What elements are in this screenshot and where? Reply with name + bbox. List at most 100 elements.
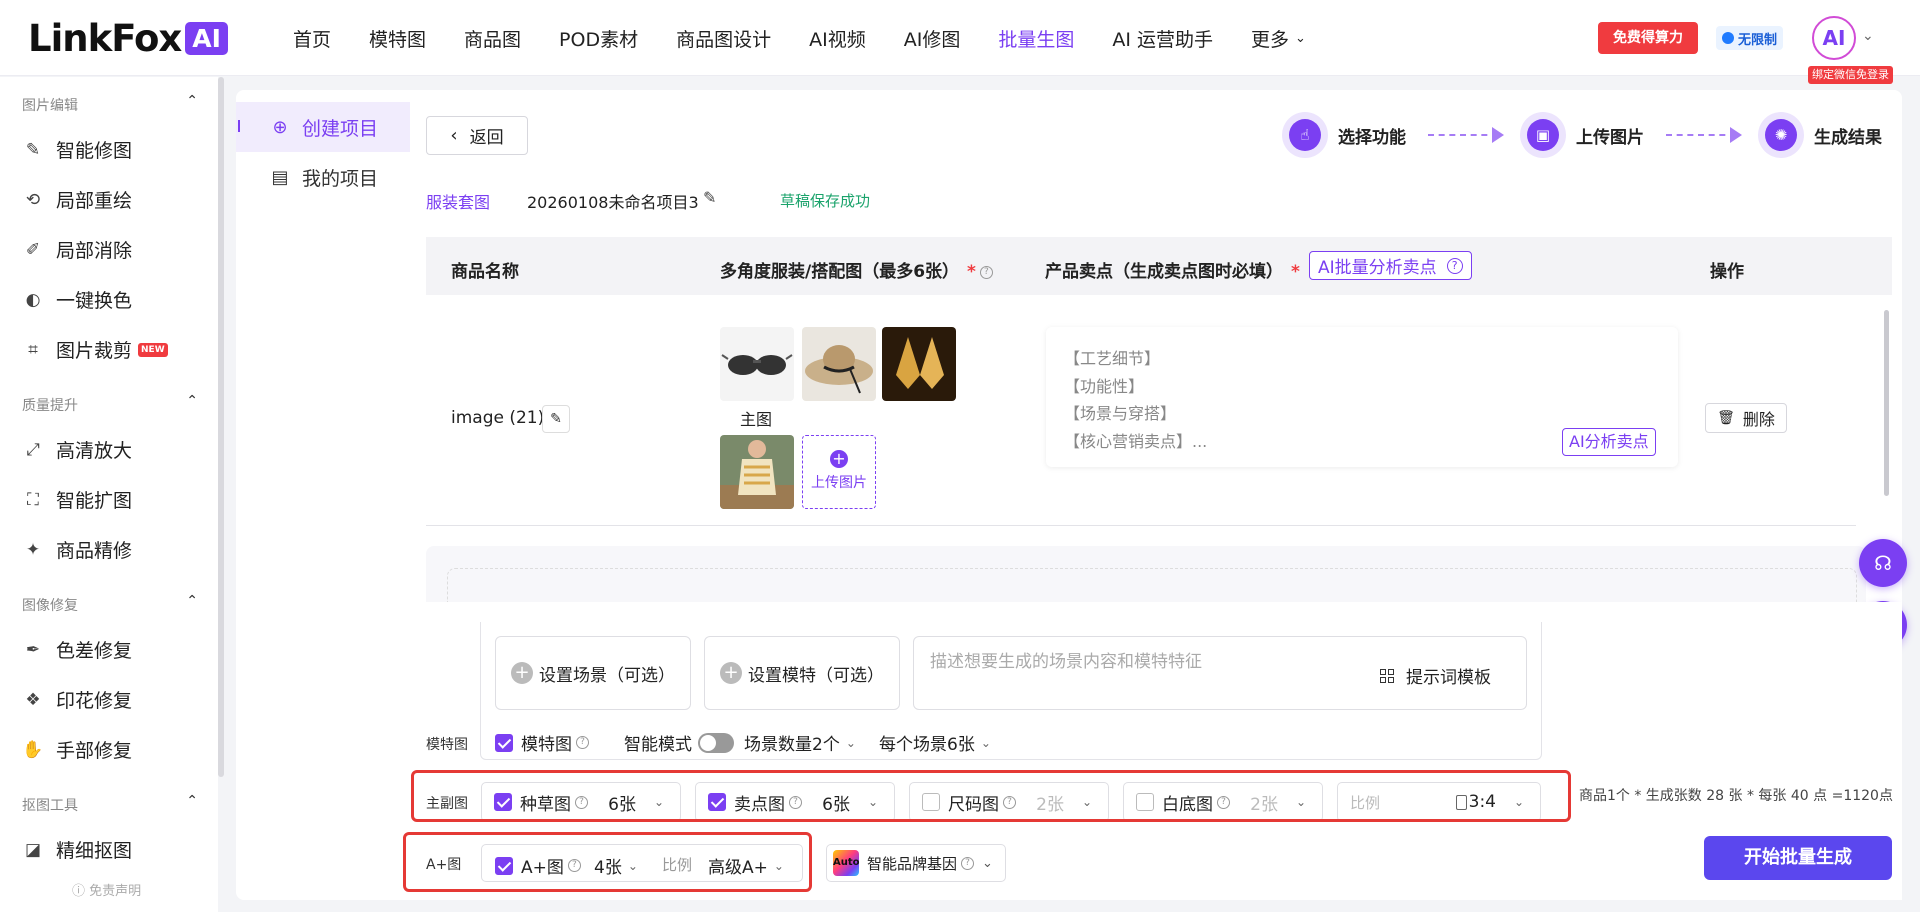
sidebar-item-color-fix[interactable]: ✒ 色差修复 [22, 636, 132, 663]
sidebar-item-cutout[interactable]: ◪ 精细抠图 [22, 836, 132, 863]
eraser-icon: ✐ [25, 239, 41, 260]
sidebar-item-label: 局部重绘 [56, 190, 133, 212]
point-line: 【工艺细节】 [1064, 349, 1161, 368]
back-button[interactable]: ‹ 返回 [426, 116, 528, 155]
sidebar-item-recolor[interactable]: ◐ 一键换色 [22, 286, 132, 313]
help-icon[interactable]: ? [961, 856, 975, 870]
nav-item-ai-assistant[interactable]: AI 运营助手 [1112, 25, 1213, 52]
col-header-name: 商品名称 [451, 262, 519, 282]
unlimited-badge[interactable]: 无限制 [1716, 26, 1784, 50]
free-credits-button[interactable]: 免费得算力 [1598, 22, 1698, 54]
thumb-sunglasses[interactable] [720, 327, 794, 401]
set-model-button[interactable]: + 设置模特（可选） [704, 636, 900, 710]
chevron-up-icon: ⌃ [186, 393, 198, 409]
sidebar-item-inpaint[interactable]: ⟲ 局部重绘 [22, 186, 132, 213]
model-image-checkbox[interactable]: 模特图? [495, 730, 589, 755]
sidebar-item-print-fix[interactable]: ❖ 印花修复 [22, 686, 132, 713]
edit-name-icon[interactable]: ✎ [542, 405, 570, 433]
document-icon: ▤ [271, 166, 289, 188]
nav-item-more[interactable]: 更多 ⌄ [1251, 25, 1306, 52]
disclaimer-label: 免责声明 [89, 884, 142, 899]
image-upload-icon: ▣ [1520, 112, 1566, 158]
chevron-down-icon[interactable]: ⌄ [1862, 28, 1874, 44]
cutout-icon: ◪ [24, 839, 42, 860]
toggle-switch[interactable] [698, 732, 734, 753]
start-batch-button[interactable]: 开始批量生成 [1704, 836, 1892, 880]
step-upload-image: ▣ 上传图片 [1520, 112, 1644, 158]
thumb-top-outfit[interactable] [720, 435, 794, 509]
sidebar-item-refine[interactable]: ✦ 商品精修 [22, 536, 132, 563]
sidebar-scrollbar[interactable] [218, 77, 224, 777]
sidebar-item-crop[interactable]: ⌗ 图片裁剪 NEW [22, 336, 168, 363]
scene-description-input[interactable]: 描述想要生成的场景内容和模特特征 提示词模板 [913, 636, 1527, 710]
crop-icon: ⌗ [28, 339, 38, 360]
chevron-down-icon: ⌄ [845, 735, 856, 750]
subnav-create-project[interactable]: ⊕ 创建项目 [236, 102, 410, 152]
ai-analyze-button[interactable]: AI分析卖点 [1562, 428, 1656, 456]
option-label: 场景数量2个 [744, 735, 840, 755]
sidebar-item-label: 精细抠图 [56, 840, 133, 862]
ai-bulb-icon: ✺ [1758, 112, 1804, 158]
sidebar-item-label: 印花修复 [56, 690, 133, 712]
disclaimer-link[interactable]: ⓘ 免责声明 [72, 880, 141, 899]
ai-batch-analyze-button[interactable]: AI批量分析卖点? [1309, 251, 1472, 280]
plus-icon: + [511, 662, 533, 684]
thumb-earrings[interactable] [882, 327, 956, 401]
thumb-straw-hat[interactable] [802, 327, 876, 401]
point-line: 【功能性】 [1064, 377, 1145, 396]
sidebar-group-cutout[interactable]: 抠图工具 ⌃ [22, 793, 198, 815]
help-icon[interactable]: ? [979, 265, 993, 279]
per-scene-select[interactable]: 每个场景6张 ⌄ [879, 730, 991, 755]
subnav-my-projects[interactable]: ▤ 我的项目 [236, 152, 410, 202]
edit-pencil-icon[interactable]: ✎ [703, 188, 716, 207]
nav-item-product-design[interactable]: 商品图设计 [676, 25, 771, 52]
sidebar-item-smart-retouch[interactable]: ✎ 智能修图 [22, 136, 132, 163]
sidebar-item-hand-fix[interactable]: ✋ 手部修复 [22, 736, 132, 763]
nav-item-ai-video[interactable]: AI视频 [809, 25, 866, 52]
brush-icon: ⟲ [25, 189, 41, 210]
nav-item-product[interactable]: 商品图 [464, 25, 521, 52]
scene-count-select[interactable]: 场景数量2个 ⌄ [744, 730, 856, 755]
sidebar-group-repair[interactable]: 图像修复 ⌃ [22, 593, 198, 615]
sparkle-icon: ✦ [25, 539, 41, 560]
required-mark: * [967, 262, 976, 282]
project-type-link[interactable]: 服装套图 [426, 189, 490, 213]
option-label: 每个场景6张 [879, 735, 975, 755]
table-header: 商品名称 多角度服装/搭配图（最多6张） *? 产品卖点（生成卖点图时必填） * 操… [426, 237, 1892, 295]
prompt-template-button[interactable]: 提示词模板 [1380, 663, 1491, 688]
headset-icon[interactable]: ☊ [1859, 539, 1907, 587]
sidebar-group-edit[interactable]: 图片编辑 ⌃ [22, 93, 198, 115]
sidebar-item-upscale[interactable]: ⤢ 高清放大 [22, 436, 132, 463]
chevron-down-icon: ⌄ [980, 735, 991, 750]
nav-item-pod[interactable]: POD素材 [559, 25, 638, 52]
bind-wechat-tag[interactable]: 绑定微信免登录 [1808, 66, 1893, 84]
sidebar-item-label: 色差修复 [56, 640, 133, 662]
smart-mode-toggle[interactable]: 智能模式 [624, 730, 734, 755]
smart-brand-gene-select[interactable]: Auto 智能品牌基因? ⌄ [826, 844, 1006, 882]
upload-image-button[interactable]: + 上传图片 [802, 435, 876, 509]
help-icon[interactable]: ? [576, 736, 589, 749]
subnav-active-marker [238, 120, 240, 132]
step-select-function: ☝ 选择功能 [1282, 112, 1406, 158]
set-scene-button[interactable]: + 设置场景（可选） [495, 636, 691, 710]
row-label-model: 模特图 [426, 737, 468, 753]
save-status: 草稿保存成功 [780, 192, 871, 210]
nav-item-ai-retouch[interactable]: AI修图 [904, 25, 961, 52]
nav-item-batch[interactable]: 批量生图 [998, 25, 1074, 52]
checkbox-checked[interactable] [495, 733, 513, 752]
upscale-icon: ⤢ [26, 439, 40, 460]
option-label: 模特图 [521, 735, 572, 755]
sidebar-group-quality[interactable]: 质量提升 ⌃ [22, 393, 198, 415]
progress-steps: ☝ 选择功能 ▣ 上传图片 ✺ 生成结果 [1282, 110, 1882, 160]
sidebar-item-label: 智能扩图 [56, 490, 133, 512]
nav-item-model[interactable]: 模特图 [369, 25, 426, 52]
logo[interactable]: LinkFox AI [28, 17, 228, 60]
nav-item-home[interactable]: 首页 [293, 25, 331, 52]
sidebar-item-expand[interactable]: ⛶ 智能扩图 [22, 486, 132, 513]
delete-button[interactable]: 🗑 删除 [1705, 403, 1787, 433]
palette-icon: ◐ [25, 289, 41, 310]
sidebar-item-erase[interactable]: ✐ 局部消除 [22, 236, 132, 263]
drop-icon [1722, 32, 1734, 44]
avatar[interactable]: AI [1812, 16, 1856, 60]
table-scrollbar[interactable] [1884, 310, 1889, 496]
